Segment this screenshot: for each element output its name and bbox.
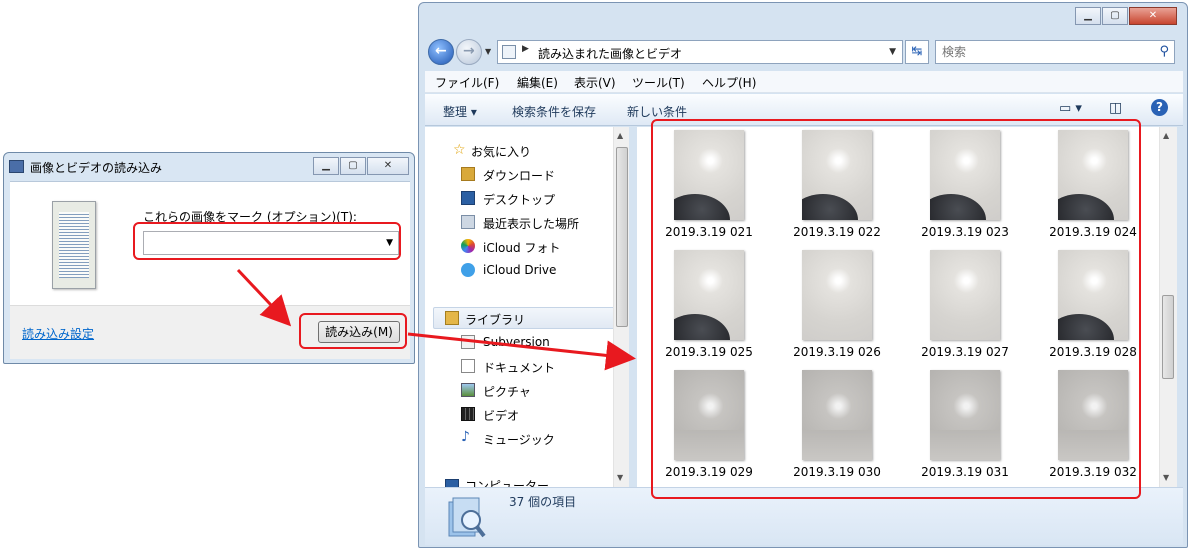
annotation-arrows (236, 268, 636, 371)
arrow-to-files (407, 332, 636, 371)
arrow-to-import (236, 268, 292, 327)
